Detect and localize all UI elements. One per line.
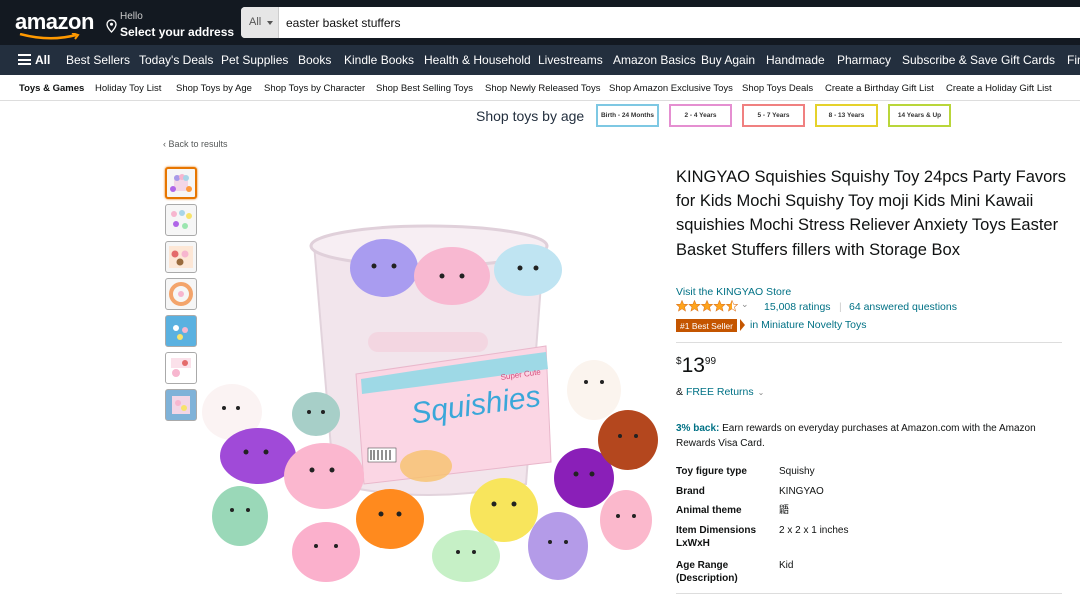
price-whole: 13: [681, 354, 705, 377]
deliver-address: Select your address: [120, 25, 235, 39]
spec-key: Animal theme: [676, 505, 742, 516]
spec-value: KINGYAO: [779, 486, 824, 497]
nav-item[interactable]: Best Sellers: [66, 53, 130, 67]
main-nav: All Best Sellers Today's Deals Pet Suppl…: [0, 45, 1080, 75]
age-button[interactable]: Birth - 24 Months: [596, 104, 659, 127]
chevron-down-icon[interactable]: ⌄: [741, 299, 749, 310]
nav-item[interactable]: Fin: [1067, 53, 1080, 67]
age-button[interactable]: 8 - 13 Years: [815, 104, 878, 127]
nav-item[interactable]: Books: [298, 53, 331, 67]
product-main-image[interactable]: Squishies Super Cute: [196, 194, 661, 594]
returns-ampersand: &: [676, 386, 684, 398]
best-seller-badge[interactable]: #1 Best Seller: [676, 319, 737, 332]
deliver-hello: Hello: [120, 11, 143, 22]
deliver-to-address[interactable]: Hello Select your address: [106, 11, 234, 41]
nav-item[interactable]: Livestreams: [538, 53, 603, 67]
nav-item[interactable]: Gift Cards: [1001, 53, 1055, 67]
subnav-item[interactable]: Holiday Toy List: [95, 83, 161, 94]
badge-tail: [740, 319, 745, 331]
spec-key: Toy figure type: [676, 466, 747, 477]
subnav-item[interactable]: Shop Newly Released Toys: [485, 83, 600, 94]
nav-item[interactable]: Subscribe & Save: [902, 53, 997, 67]
spec-key: Brand: [676, 486, 705, 497]
chevron-down-icon: ⌄: [757, 388, 765, 397]
rating-separator: |: [839, 301, 842, 313]
search-category-label: All: [249, 16, 262, 28]
age-button[interactable]: 14 Years & Up: [888, 104, 951, 127]
thumbnail-image[interactable]: [165, 352, 197, 384]
search-bar: All: [241, 7, 1080, 38]
subnav-item[interactable]: Toys & Games: [19, 83, 84, 94]
age-button[interactable]: 5 - 7 Years: [742, 104, 805, 127]
nav-item[interactable]: Today's Deals: [139, 53, 213, 67]
search-category-select[interactable]: All: [241, 7, 279, 38]
spec-key: Age Range (Description): [676, 560, 738, 584]
spec-value: 鼯: [779, 505, 789, 516]
product-title: KINGYAO Squishies Squishy Toy 24pcs Part…: [676, 168, 1067, 259]
divider: [676, 593, 1062, 594]
cashback-offer: 3% back: Earn rewards on everyday purcha…: [676, 421, 1066, 451]
visit-store-link[interactable]: Visit the KINGYAO Store: [676, 286, 791, 298]
thumbnail-image[interactable]: [165, 315, 197, 347]
thumbnail-image[interactable]: [165, 204, 197, 236]
age-button[interactable]: 2 - 4 Years: [669, 104, 732, 127]
divider: [676, 342, 1062, 343]
best-seller-category-link[interactable]: in Miniature Novelty Toys: [750, 319, 867, 331]
subnav-item[interactable]: Create a Birthday Gift List: [825, 83, 934, 94]
amazon-smile-icon: [19, 33, 80, 40]
subnav-item[interactable]: Shop Toys Deals: [742, 83, 813, 94]
free-returns-link[interactable]: & FREE Returns ⌄: [676, 386, 764, 398]
price-fraction: 99: [704, 356, 717, 367]
price: $1399: [676, 354, 716, 378]
subnav-item[interactable]: Shop Best Selling Toys: [376, 83, 473, 94]
returns-label: FREE Returns: [685, 386, 754, 398]
back-to-results-link[interactable]: ‹ Back to results: [163, 139, 228, 149]
nav-all[interactable]: All: [35, 53, 50, 67]
hamburger-menu-icon[interactable]: [18, 54, 31, 65]
spec-key: Item Dimensions LxWxH: [676, 525, 757, 549]
thumbnail-image[interactable]: [165, 278, 197, 310]
nav-item[interactable]: Pet Supplies: [221, 53, 288, 67]
star-rating-icon[interactable]: [676, 300, 738, 312]
location-pin-icon: [106, 19, 117, 33]
subnav-item[interactable]: Shop Toys by Character: [264, 83, 365, 94]
answered-questions-link[interactable]: 64 answered questions: [849, 301, 957, 313]
thumbnail-image[interactable]: [165, 241, 197, 273]
thumbnail-image[interactable]: [165, 389, 197, 421]
subnav-item[interactable]: Shop Amazon Exclusive Toys: [609, 83, 733, 94]
spec-value: Squishy: [779, 466, 815, 477]
category-subnav: Toys & Games Holiday Toy List Shop Toys …: [0, 75, 1080, 101]
price-symbol: $: [676, 356, 682, 367]
amazon-logo[interactable]: amazon: [15, 9, 94, 35]
ratings-count-link[interactable]: 15,008 ratings: [764, 301, 831, 313]
shop-by-age-label: Shop toys by age: [476, 108, 585, 124]
nav-item[interactable]: Pharmacy: [837, 53, 891, 67]
nav-item[interactable]: Handmade: [766, 53, 825, 67]
subnav-item[interactable]: Create a Holiday Gift List: [946, 83, 1052, 94]
subnav-item[interactable]: Shop Toys by Age: [176, 83, 252, 94]
spec-value: Kid: [779, 560, 794, 571]
spec-value: 2 x 2 x 1 inches: [779, 525, 849, 536]
nav-item[interactable]: Health & Household: [424, 53, 531, 67]
cashback-bold[interactable]: 3% back:: [676, 423, 719, 434]
nav-item[interactable]: Amazon Basics: [613, 53, 696, 67]
nav-item[interactable]: Kindle Books: [344, 53, 414, 67]
search-input[interactable]: [279, 7, 1079, 38]
top-header: amazon Hello Select your address All: [0, 0, 1080, 45]
cashback-text: Earn rewards on everyday purchases at Am…: [676, 423, 1036, 449]
chevron-down-icon: [267, 21, 273, 25]
nav-item[interactable]: Buy Again: [701, 53, 755, 67]
thumbnail-image[interactable]: [165, 167, 197, 199]
